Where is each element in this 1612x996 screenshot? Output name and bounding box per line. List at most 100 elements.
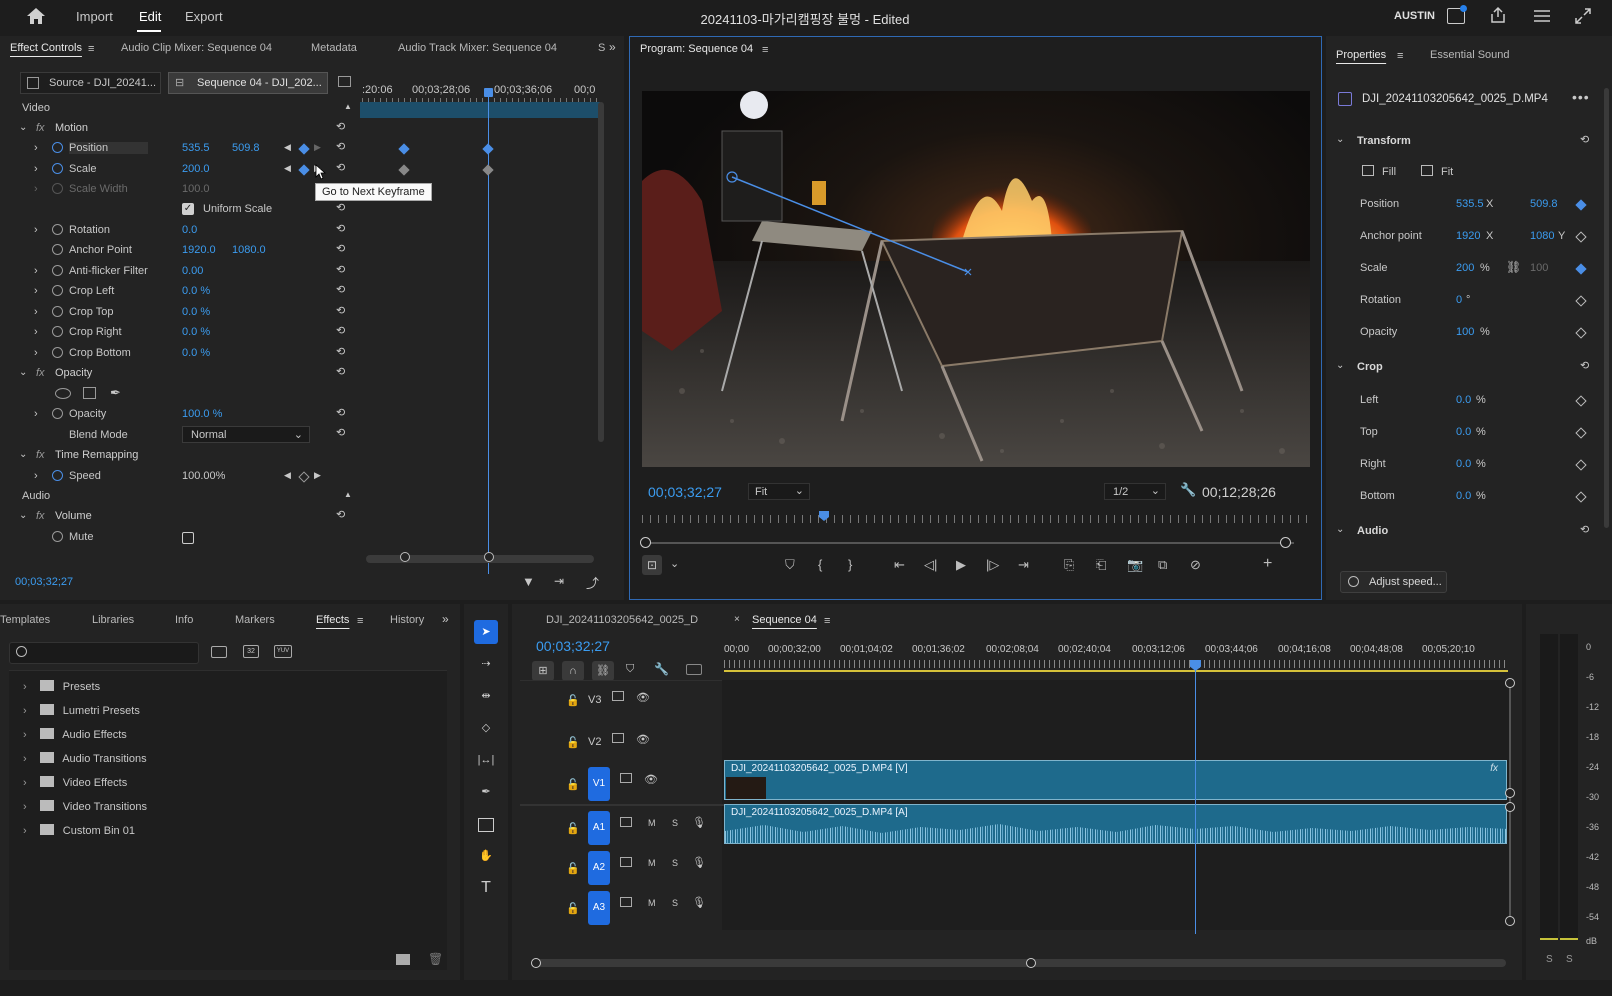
expand-chevron-icon[interactable]: ›: [23, 729, 27, 741]
expand-chevron-icon[interactable]: ›: [34, 470, 38, 482]
fit-icon[interactable]: [1421, 165, 1433, 176]
expand-chevron-icon[interactable]: ›: [34, 285, 38, 297]
timeline-playhead[interactable]: [1195, 664, 1196, 934]
position-y-value[interactable]: 509.8: [232, 142, 260, 154]
stopwatch-icon[interactable]: [52, 142, 63, 153]
more-options-icon[interactable]: •••: [1572, 89, 1590, 105]
safe-margin-button[interactable]: ⊡: [642, 555, 662, 575]
rotation-reset-icon[interactable]: ⟲: [336, 222, 345, 235]
program-zoom-bar[interactable]: [644, 542, 1294, 544]
blend-reset-icon[interactable]: ⟲: [336, 426, 345, 439]
expand-chevron-icon[interactable]: ›: [23, 705, 27, 717]
wrench-icon[interactable]: 🔧: [1180, 482, 1196, 498]
video-collapse-icon[interactable]: ▲: [344, 102, 352, 111]
hand-tool-icon[interactable]: ✋: [474, 844, 498, 868]
video-clip[interactable]: DJI_20241103205642_0025_D.MP4 [V] fx: [724, 760, 1507, 800]
crop-bottom-value[interactable]: 0.0: [1456, 490, 1471, 502]
link-icon[interactable]: ⛓: [1506, 260, 1521, 274]
transform-chevron-icon[interactable]: ⌄: [1336, 134, 1344, 145]
zoom-handle[interactable]: [1505, 802, 1515, 812]
program-ruler[interactable]: [642, 515, 1310, 523]
user-name[interactable]: AUSTIN: [1394, 10, 1435, 22]
crop-left-reset-icon[interactable]: ⟲: [336, 283, 345, 296]
opacity-chevron-icon[interactable]: ⌄: [19, 367, 27, 378]
audio-chevron-icon[interactable]: ⌄: [1336, 524, 1344, 535]
zoom-handle[interactable]: [1505, 678, 1515, 688]
stopwatch-icon[interactable]: [52, 531, 63, 542]
chevron-down-icon[interactable]: ⌄: [670, 557, 679, 570]
position-reset-icon[interactable]: ⟲: [336, 140, 345, 153]
panel-menu-icon[interactable]: ≡: [88, 43, 94, 55]
stopwatch-icon[interactable]: [52, 244, 63, 255]
lock-icon[interactable]: 🔓: [566, 736, 580, 749]
prop-scale-value[interactable]: 200: [1456, 262, 1474, 274]
expand-chevron-icon[interactable]: ›: [23, 777, 27, 789]
position-x-value[interactable]: 535.5: [182, 142, 210, 154]
crop-reset-icon[interactable]: ⟲: [1580, 359, 1589, 372]
prop-keyframe-icon[interactable]: [1575, 295, 1587, 307]
panel-menu-icon[interactable]: ≡: [824, 615, 830, 627]
export-frame-icon[interactable]: 📷: [1127, 557, 1143, 573]
expand-chevron-icon[interactable]: ›: [34, 142, 38, 154]
ec-zoom-handle[interactable]: [400, 552, 410, 562]
eye-icon[interactable]: 👁: [636, 733, 650, 746]
stopwatch-icon[interactable]: [52, 306, 63, 317]
tab-metadata[interactable]: Metadata: [311, 37, 357, 59]
crop-bottom-value[interactable]: 0.0 %: [182, 347, 210, 359]
panel-menu-icon[interactable]: ≡: [1397, 50, 1403, 62]
sync-lock-icon[interactable]: [620, 817, 632, 827]
speed-value[interactable]: 100.00%: [182, 470, 225, 482]
stopwatch-icon[interactable]: [52, 326, 63, 337]
folder-lumetri-presets[interactable]: › Lumetri Presets: [23, 700, 140, 722]
tab-properties[interactable]: Properties: [1336, 44, 1386, 66]
folder-audio-transitions[interactable]: › Audio Transitions: [23, 748, 147, 770]
stopwatch-icon[interactable]: [52, 285, 63, 296]
fit-select[interactable]: Fit ⌄: [748, 483, 810, 500]
tab-templates[interactable]: Templates: [0, 609, 50, 631]
folder-video-transitions[interactable]: › Video Transitions: [23, 796, 147, 818]
add-keyframe-icon[interactable]: [298, 143, 310, 155]
crop-top-reset-icon[interactable]: ⟲: [336, 304, 345, 317]
more-tabs-icon[interactable]: »: [442, 612, 449, 626]
expand-chevron-icon[interactable]: ›: [34, 347, 38, 359]
ec-scrollbar[interactable]: [598, 102, 604, 442]
nav-import[interactable]: Import: [76, 9, 113, 24]
extract-icon[interactable]: ⎗: [1096, 557, 1106, 573]
horizontal-zoom-bar[interactable]: [536, 959, 1506, 967]
tab-libraries[interactable]: Libraries: [92, 609, 134, 631]
lock-icon[interactable]: 🔓: [566, 862, 580, 875]
scale-reset-icon[interactable]: ⟲: [336, 161, 345, 174]
tab-info[interactable]: Info: [175, 609, 193, 631]
expand-chevron-icon[interactable]: ›: [23, 753, 27, 765]
type-tool-icon[interactable]: T: [474, 876, 498, 900]
antiflicker-value[interactable]: 0.00: [182, 265, 203, 277]
nav-edit[interactable]: Edit: [139, 9, 161, 24]
go-to-out-icon[interactable]: ⇥: [1018, 557, 1029, 573]
fullscreen-icon[interactable]: [1574, 7, 1592, 25]
yuv-effects-icon[interactable]: YUV: [274, 645, 292, 658]
anchor-x-value[interactable]: 1920.0: [182, 244, 216, 256]
share-icon[interactable]: [1489, 6, 1507, 24]
prop-keyframe-icon[interactable]: [1575, 459, 1587, 471]
play-audio-icon[interactable]: ⇥: [554, 574, 564, 588]
captions-icon[interactable]: [686, 664, 702, 675]
linked-selection-icon[interactable]: ⛓: [592, 661, 614, 681]
volume-reset-icon[interactable]: ⟲: [336, 508, 345, 521]
add-keyframe-icon[interactable]: [298, 471, 310, 483]
mute-checkbox[interactable]: [182, 532, 194, 544]
fill-label[interactable]: Fill: [1382, 166, 1396, 178]
sync-lock-icon[interactable]: [620, 857, 632, 867]
prop-keyframe-icon[interactable]: [1575, 491, 1587, 503]
mute-button[interactable]: M: [648, 858, 656, 868]
tab-essential-sound[interactable]: Essential Sound: [1430, 44, 1510, 66]
solo-left-button[interactable]: S: [1546, 954, 1553, 965]
accelerated-effects-icon[interactable]: [211, 646, 227, 658]
sync-lock-icon[interactable]: [620, 897, 632, 907]
prop-keyframe-icon[interactable]: [1575, 395, 1587, 407]
sequence-tab[interactable]: ⊟ Sequence 04 - DJI_202...: [168, 72, 328, 94]
motion-reset-icon[interactable]: ⟲: [336, 120, 345, 133]
tab-source-clip[interactable]: DJI_20241103205642_0025_D: [546, 609, 698, 631]
sync-lock-icon[interactable]: [620, 773, 632, 783]
ellipse-mask-icon[interactable]: [55, 388, 71, 399]
time-remap-chevron-icon[interactable]: ⌄: [19, 449, 27, 460]
